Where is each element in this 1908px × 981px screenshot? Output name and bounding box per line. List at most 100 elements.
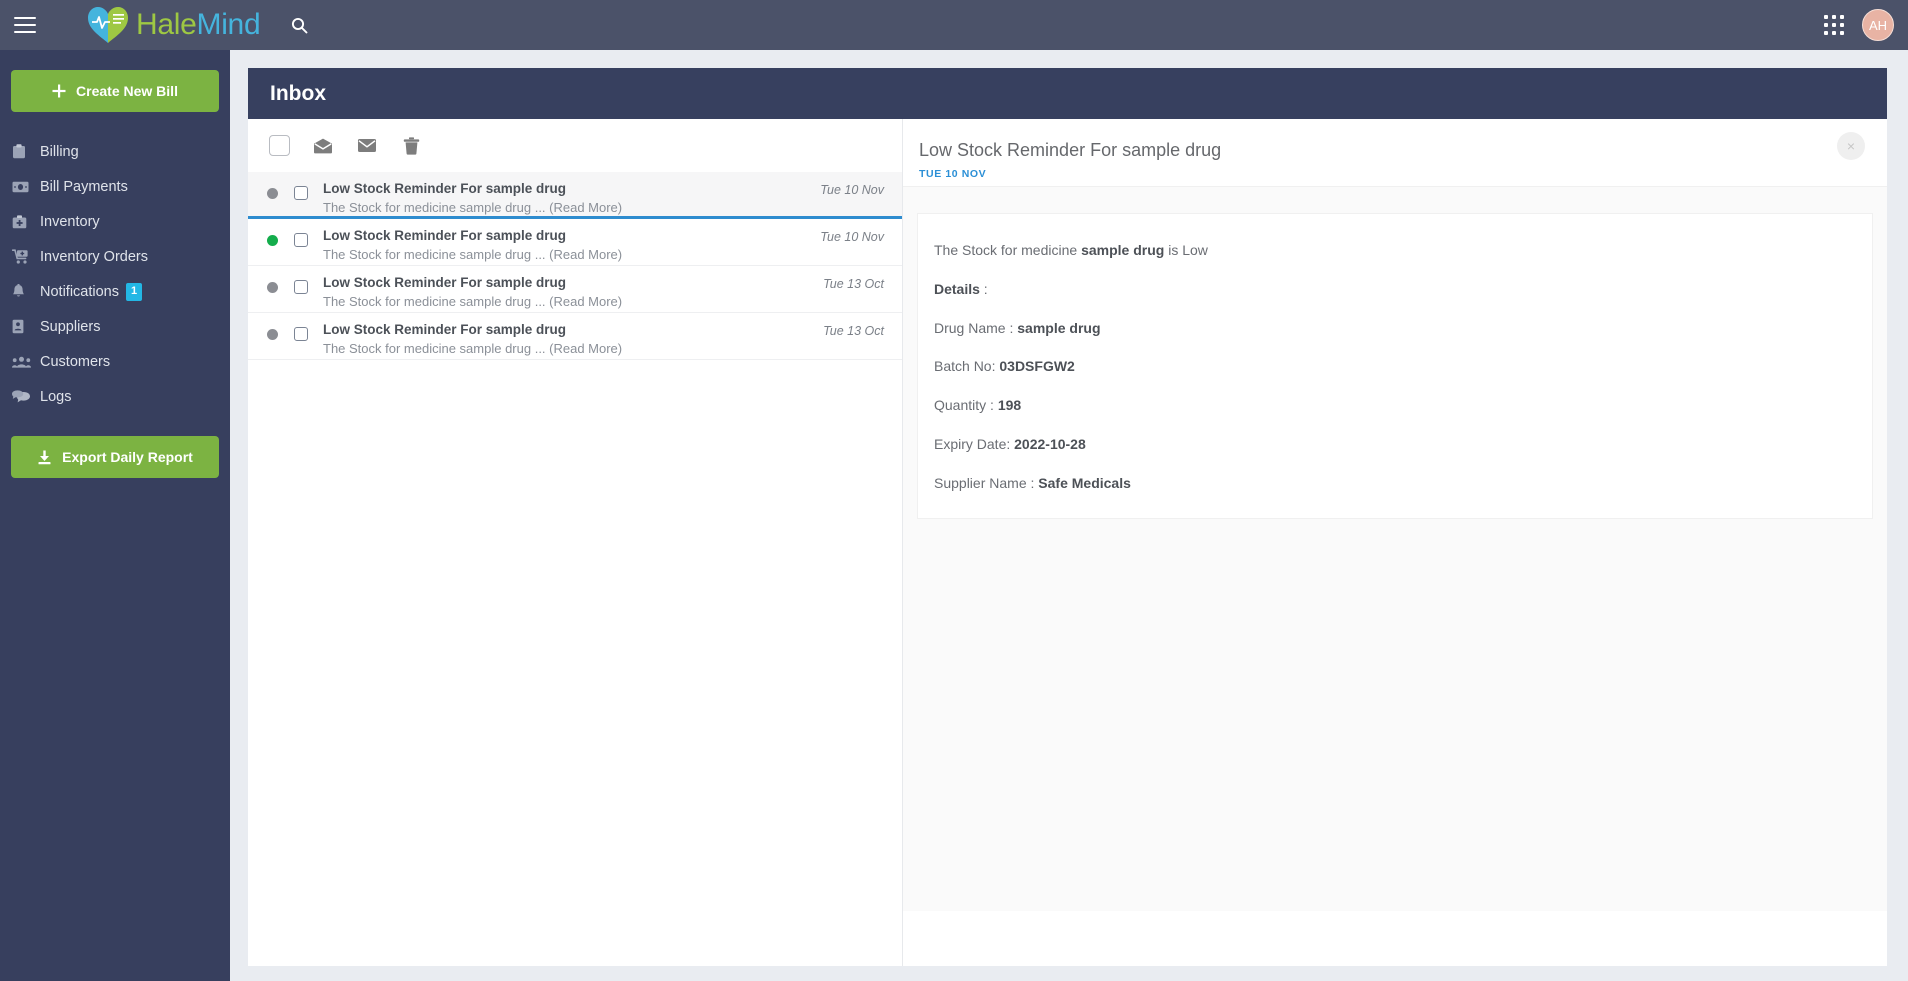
mail-list-item[interactable]: Low Stock Reminder For sample drug The S… bbox=[248, 266, 902, 313]
expiry-date-label: Expiry Date: bbox=[934, 435, 1015, 452]
trash-icon[interactable] bbox=[400, 135, 422, 157]
sidebar-item-logs[interactable]: Logs bbox=[0, 379, 230, 414]
avatar[interactable]: AH bbox=[1862, 9, 1894, 41]
search-icon[interactable] bbox=[286, 12, 312, 38]
unread-status-dot bbox=[267, 235, 278, 246]
sidebar-item-bill-payments[interactable]: Bill Payments bbox=[0, 169, 230, 204]
plus-icon bbox=[52, 84, 66, 98]
envelope-open-icon[interactable] bbox=[312, 135, 334, 157]
sidebar-item-label: Suppliers bbox=[40, 318, 101, 335]
download-icon bbox=[38, 450, 51, 464]
medical-kit-icon bbox=[12, 214, 40, 229]
content-area: Inbox Low Stock Reminder For sample drug… bbox=[230, 50, 1908, 981]
mail-item-checkbox[interactable] bbox=[294, 233, 308, 247]
sidebar-item-customers[interactable]: Customers bbox=[0, 344, 230, 379]
batch-no-label: Batch No: bbox=[934, 358, 1000, 375]
create-new-bill-button[interactable]: Create New Bill bbox=[11, 70, 219, 112]
quantity-line: Quantity : 198 bbox=[934, 397, 1872, 414]
expiry-date-value: 2022-10-28 bbox=[1014, 435, 1086, 452]
drug-name-line: Drug Name : sample drug bbox=[934, 320, 1872, 337]
page-title: Inbox bbox=[270, 81, 326, 105]
quantity-value: 198 bbox=[997, 397, 1022, 414]
brand-mind-text: Mind bbox=[196, 8, 261, 41]
mail-item-checkbox[interactable] bbox=[294, 280, 308, 294]
menu-toggle-icon[interactable] bbox=[14, 17, 36, 33]
batch-no-line: Batch No: 03DSFGW2 bbox=[934, 358, 1872, 375]
message-detail-pane: Low Stock Reminder For sample drug TUE 1… bbox=[903, 119, 1887, 911]
envelope-closed-icon[interactable] bbox=[356, 135, 378, 157]
batch-no-value: 03DSFGW2 bbox=[999, 358, 1075, 375]
details-label: Details bbox=[934, 280, 980, 297]
notifications-badge: 1 bbox=[125, 282, 143, 301]
sidebar-item-billing[interactable]: Billing bbox=[0, 134, 230, 169]
mail-item-date: Tue 10 Nov bbox=[820, 183, 884, 197]
message-intro-line: The Stock for medicine sample drug is Lo… bbox=[934, 242, 1872, 259]
mail-item-preview: The Stock for medicine sample drug ... (… bbox=[323, 200, 623, 216]
supplier-name-value: Safe Medicals bbox=[1038, 474, 1131, 491]
mail-item-text: Low Stock Reminder For sample drug The S… bbox=[323, 275, 815, 310]
clipboard-icon bbox=[12, 144, 40, 159]
sidebar: Create New Bill Billing Bill Payments In… bbox=[0, 50, 230, 981]
message-detail-title: Low Stock Reminder For sample drug bbox=[919, 140, 1222, 160]
export-daily-report-button[interactable]: Export Daily Report bbox=[11, 436, 219, 478]
mail-list-toolbar bbox=[248, 119, 902, 172]
users-icon bbox=[12, 356, 40, 368]
select-all-checkbox[interactable] bbox=[269, 135, 290, 156]
mail-item-preview: The Stock for medicine sample drug ... (… bbox=[323, 247, 623, 263]
intro-pre-text: The Stock for medicine bbox=[934, 242, 1082, 258]
sidebar-item-notifications[interactable]: Notifications 1 bbox=[0, 274, 230, 309]
mail-item-subject: Low Stock Reminder For sample drug bbox=[323, 275, 567, 290]
supplier-name-label: Supplier Name : bbox=[934, 474, 1039, 491]
inbox-header: Inbox bbox=[248, 68, 1887, 119]
money-bill-icon bbox=[12, 181, 40, 193]
cart-plus-icon bbox=[12, 249, 40, 264]
mail-item-subject: Low Stock Reminder For sample drug bbox=[323, 181, 567, 196]
sidebar-item-label: Customers bbox=[40, 353, 111, 370]
halemind-heart-logo-icon bbox=[88, 7, 128, 43]
mail-item-subject: Low Stock Reminder For sample drug bbox=[323, 228, 567, 243]
top-bar-right-group: AH bbox=[1824, 0, 1894, 50]
close-icon[interactable]: × bbox=[1837, 132, 1865, 160]
sidebar-item-label: Billing bbox=[40, 143, 79, 160]
hamburger-line bbox=[14, 24, 36, 26]
brand-hale-text: Hale bbox=[136, 8, 197, 41]
sidebar-item-suppliers[interactable]: Suppliers bbox=[0, 309, 230, 344]
hamburger-line bbox=[14, 17, 36, 19]
mail-item-text: Low Stock Reminder For sample drug The S… bbox=[323, 181, 812, 216]
sidebar-item-label: Logs bbox=[40, 388, 72, 405]
mail-list-item[interactable]: Low Stock Reminder For sample drug The S… bbox=[248, 219, 902, 266]
apps-grid-icon[interactable] bbox=[1824, 15, 1844, 35]
sidebar-item-inventory-orders[interactable]: Inventory Orders bbox=[0, 239, 230, 274]
message-detail-date: TUE 10 NOV bbox=[919, 167, 987, 180]
sidebar-item-label: Bill Payments bbox=[40, 178, 128, 195]
message-detail-header: Low Stock Reminder For sample drug TUE 1… bbox=[903, 119, 1887, 187]
sidebar-item-label: Notifications bbox=[40, 283, 119, 300]
drug-name-label: Drug Name : bbox=[934, 319, 1018, 336]
brand-logo[interactable]: HaleMind bbox=[86, 5, 261, 45]
details-colon: : bbox=[979, 280, 988, 297]
mail-item-date: Tue 10 Nov bbox=[820, 230, 884, 244]
sidebar-item-label: Inventory bbox=[40, 213, 100, 230]
sidebar-item-label: Inventory Orders bbox=[40, 248, 148, 265]
mail-list-item[interactable]: Low Stock Reminder For sample drug The S… bbox=[248, 172, 902, 219]
sidebar-item-inventory[interactable]: Inventory bbox=[0, 204, 230, 239]
mail-list-column: Low Stock Reminder For sample drug The S… bbox=[248, 119, 903, 966]
quantity-label: Quantity : bbox=[934, 397, 998, 414]
mail-item-subject: Low Stock Reminder For sample drug bbox=[323, 322, 567, 337]
read-status-dot bbox=[267, 188, 278, 199]
mail-item-preview: The Stock for medicine sample drug ... (… bbox=[323, 341, 623, 357]
inbox-layout: Low Stock Reminder For sample drug The S… bbox=[248, 119, 1887, 966]
id-card-icon bbox=[12, 319, 40, 334]
search-glyph-icon bbox=[291, 17, 308, 33]
create-new-bill-label: Create New Bill bbox=[76, 83, 178, 99]
mail-item-checkbox[interactable] bbox=[294, 186, 308, 200]
details-heading-line: Details : bbox=[934, 281, 1872, 298]
comments-icon bbox=[12, 389, 40, 404]
mail-item-checkbox[interactable] bbox=[294, 327, 308, 341]
message-content-card: The Stock for medicine sample drug is Lo… bbox=[917, 213, 1873, 519]
read-status-dot bbox=[267, 282, 278, 293]
mail-list-item[interactable]: Low Stock Reminder For sample drug The S… bbox=[248, 313, 902, 360]
mail-item-preview: The Stock for medicine sample drug ... (… bbox=[323, 294, 623, 310]
brand-wordmark: HaleMind bbox=[136, 8, 261, 41]
drug-name-value: sample drug bbox=[1017, 319, 1101, 336]
